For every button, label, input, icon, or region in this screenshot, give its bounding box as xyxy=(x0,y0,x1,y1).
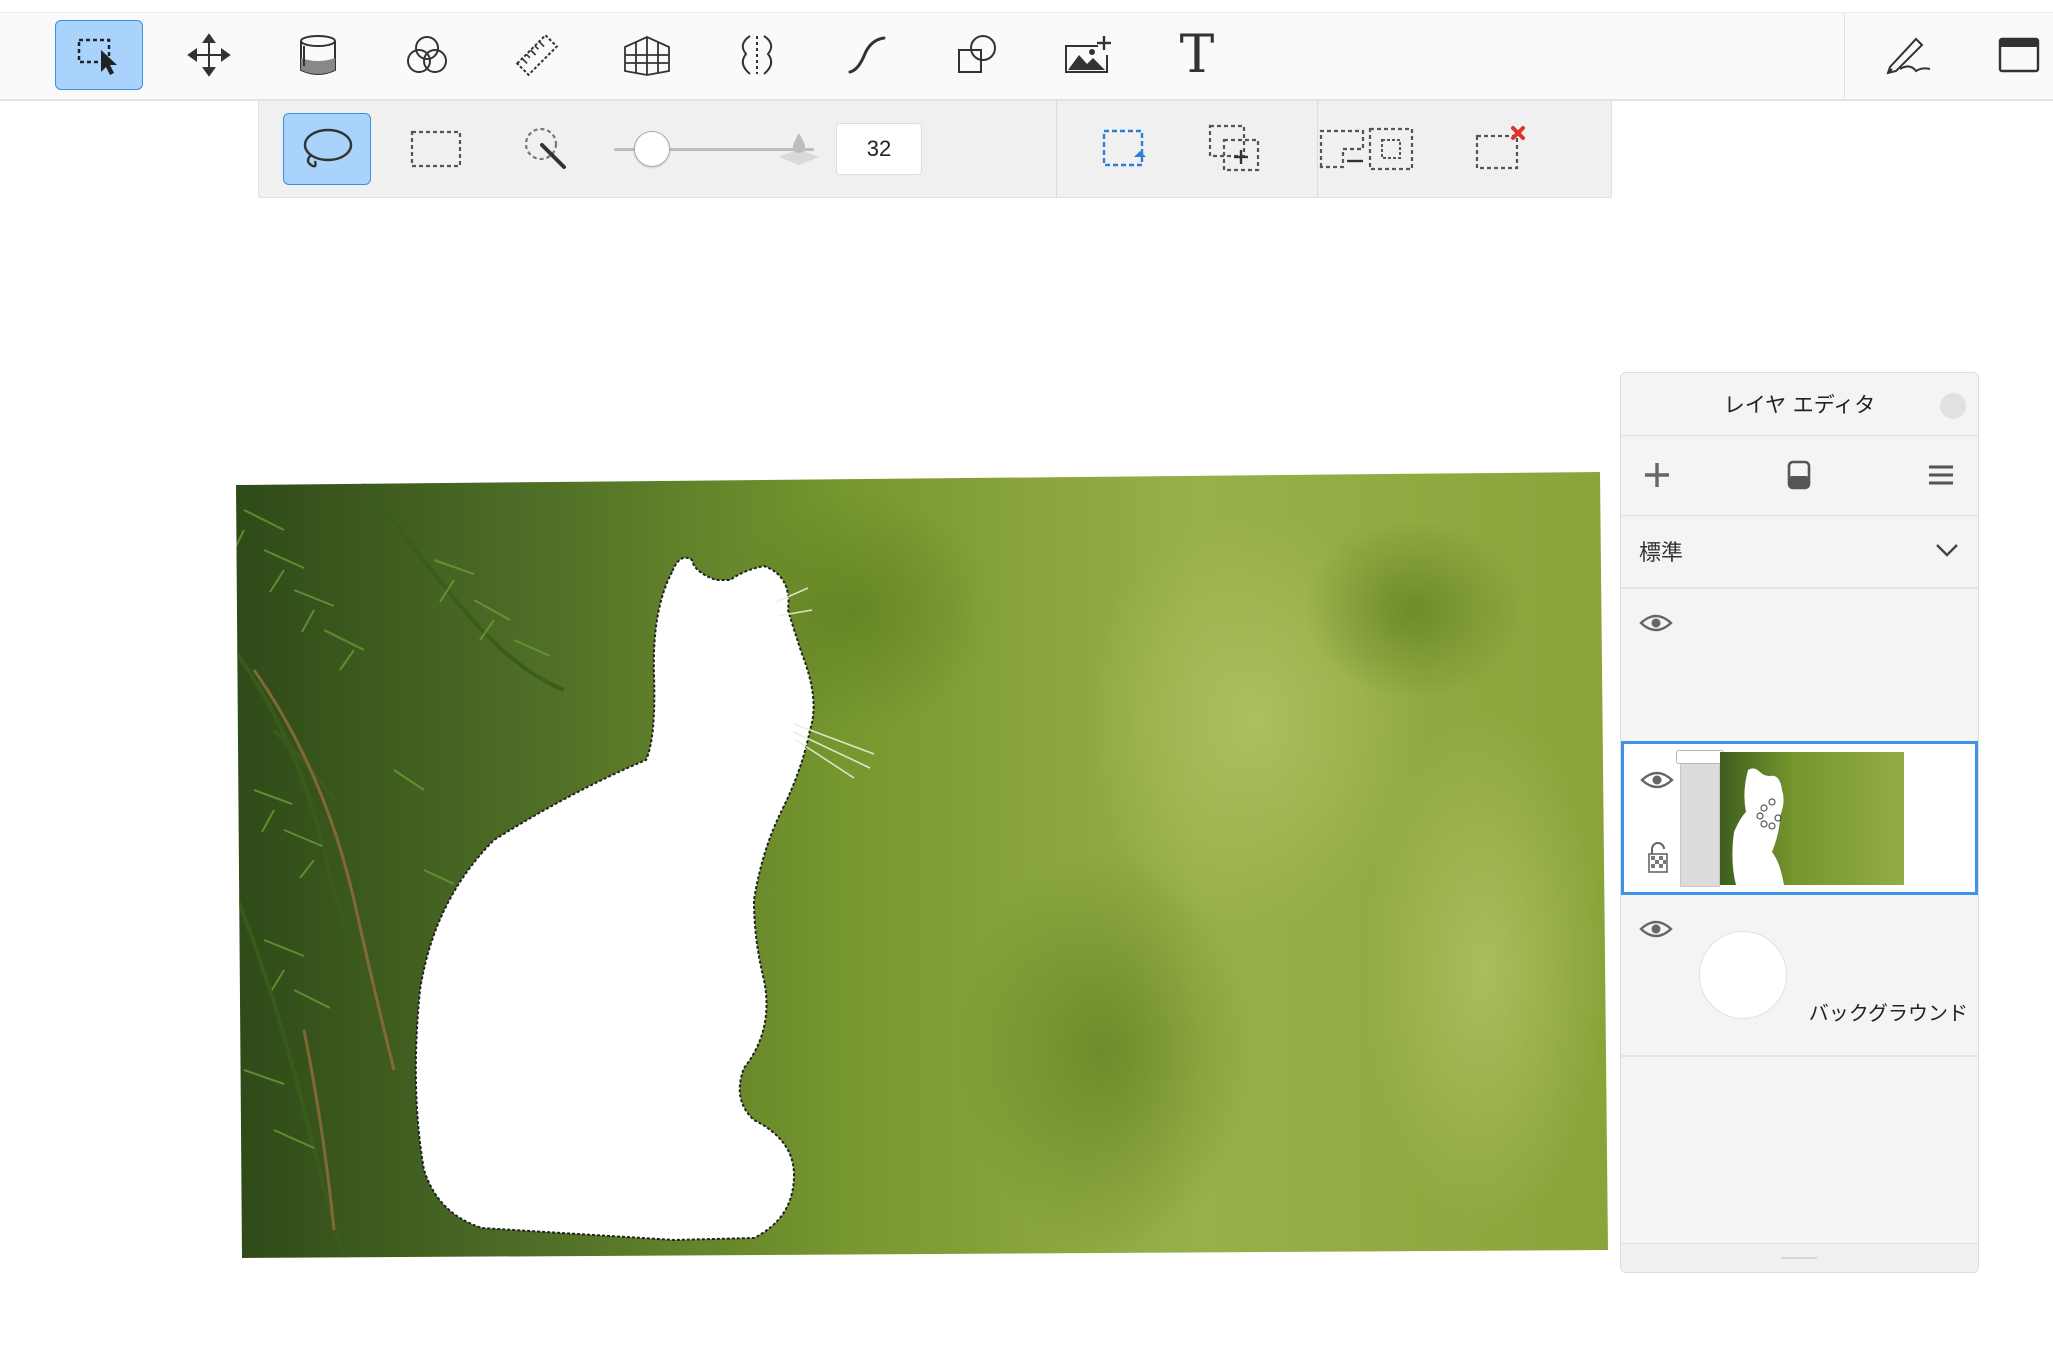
perspective-grid-icon xyxy=(624,36,670,76)
eye-icon[interactable] xyxy=(1640,768,1674,792)
paint-bucket-icon xyxy=(300,35,336,75)
toolbar-divider xyxy=(1844,13,1845,99)
background-color-swatch[interactable] xyxy=(1699,931,1787,1019)
symmetry-icon xyxy=(741,35,773,75)
blend-mode-label: 標準 xyxy=(1639,541,1684,566)
pen-settings-icon xyxy=(1886,37,1931,75)
add-layer-button[interactable] xyxy=(1635,453,1679,497)
ruler-tool-button[interactable] xyxy=(493,20,581,90)
main-toolbar: T xyxy=(0,12,2053,101)
add-image-button[interactable] xyxy=(1043,20,1131,90)
layer-thumbnail xyxy=(1720,752,1904,885)
blend-mode-dropdown[interactable]: 標準 xyxy=(1621,515,1978,589)
blend-circles-icon xyxy=(407,36,447,73)
feather-drop-icon xyxy=(779,133,819,165)
move-tool-icon xyxy=(187,33,231,77)
panel-resize-handle[interactable] xyxy=(1621,1243,1978,1272)
rectangle-select-button[interactable] xyxy=(392,113,480,185)
selection-tool-button[interactable] xyxy=(55,20,143,90)
layer-eraser-icon xyxy=(1787,460,1811,490)
magic-wand-button[interactable] xyxy=(502,113,590,185)
selection-toolbar: 32 xyxy=(258,100,1612,198)
move-tool-button[interactable] xyxy=(165,20,253,90)
perspective-tool-button[interactable] xyxy=(603,20,691,90)
layer-row-background[interactable]: バックグラウンド xyxy=(1621,897,1978,1057)
alpha-lock-icon[interactable] xyxy=(1646,842,1670,874)
add-image-icon xyxy=(1065,36,1111,73)
drawing-canvas[interactable] xyxy=(234,470,1610,1260)
lasso-select-icon xyxy=(303,128,353,168)
text-tool-icon: T xyxy=(1179,25,1215,85)
add-selection-button[interactable] xyxy=(1191,113,1279,185)
feather-button[interactable] xyxy=(755,113,843,185)
layer-eraser-button[interactable] xyxy=(1777,453,1821,497)
shapes-tool-button[interactable] xyxy=(933,20,1021,90)
shapes-icon xyxy=(958,35,996,73)
selection-tool-icon xyxy=(77,38,117,75)
layer-row-selected[interactable] xyxy=(1621,741,1978,895)
fullscreen-button[interactable] xyxy=(1975,20,2053,90)
layer-opacity-handle[interactable] xyxy=(1676,750,1724,764)
symmetry-tool-button[interactable] xyxy=(713,20,801,90)
layer-editor-title: レイヤ エディタ xyxy=(1621,373,1978,436)
rectangle-select-icon xyxy=(410,130,462,168)
clear-selection-button[interactable] xyxy=(1457,113,1545,185)
paint-bucket-button[interactable] xyxy=(274,20,362,90)
layer-actions-bar xyxy=(1621,435,1978,516)
text-tool-button[interactable]: T xyxy=(1153,20,1241,90)
layer-opacity-slider[interactable] xyxy=(1680,750,1720,887)
clear-selection-icon xyxy=(1475,126,1525,170)
grip-icon xyxy=(1781,1257,1817,1259)
layer-editor-panel: レイヤ エディタ 標準 バックグラウンド xyxy=(1620,372,1979,1273)
invert-selection-button[interactable] xyxy=(1347,113,1435,185)
lasso-select-button[interactable] xyxy=(283,113,371,185)
eye-icon[interactable] xyxy=(1639,917,1673,941)
layer-menu-icon xyxy=(1929,465,1953,485)
add-layer-icon xyxy=(1645,463,1669,487)
new-selection-icon xyxy=(1102,129,1146,167)
brush-size-input[interactable]: 32 xyxy=(836,123,922,175)
curve-tool-button[interactable] xyxy=(823,20,911,90)
magic-wand-icon xyxy=(524,127,566,169)
pen-settings-button[interactable] xyxy=(1864,20,1952,90)
brush-size-slider-thumb[interactable] xyxy=(634,131,670,167)
chevron-down-icon xyxy=(1936,544,1958,557)
add-selection-icon xyxy=(1208,124,1260,172)
ruler-icon xyxy=(515,33,559,77)
panel-close-button[interactable] xyxy=(1940,393,1966,419)
subbar-divider-2 xyxy=(1317,101,1318,197)
layer-menu-button[interactable] xyxy=(1919,453,1963,497)
new-selection-button[interactable] xyxy=(1082,113,1170,185)
subbar-divider-1 xyxy=(1056,101,1057,197)
fullscreen-icon xyxy=(1998,37,2040,73)
blend-tool-button[interactable] xyxy=(383,20,471,90)
layer-name: バックグラウンド xyxy=(1808,1001,1968,1025)
curve-icon xyxy=(848,36,886,74)
invert-selection-icon xyxy=(1368,127,1414,171)
eye-icon[interactable] xyxy=(1639,611,1673,635)
layer-row[interactable] xyxy=(1621,589,1978,739)
